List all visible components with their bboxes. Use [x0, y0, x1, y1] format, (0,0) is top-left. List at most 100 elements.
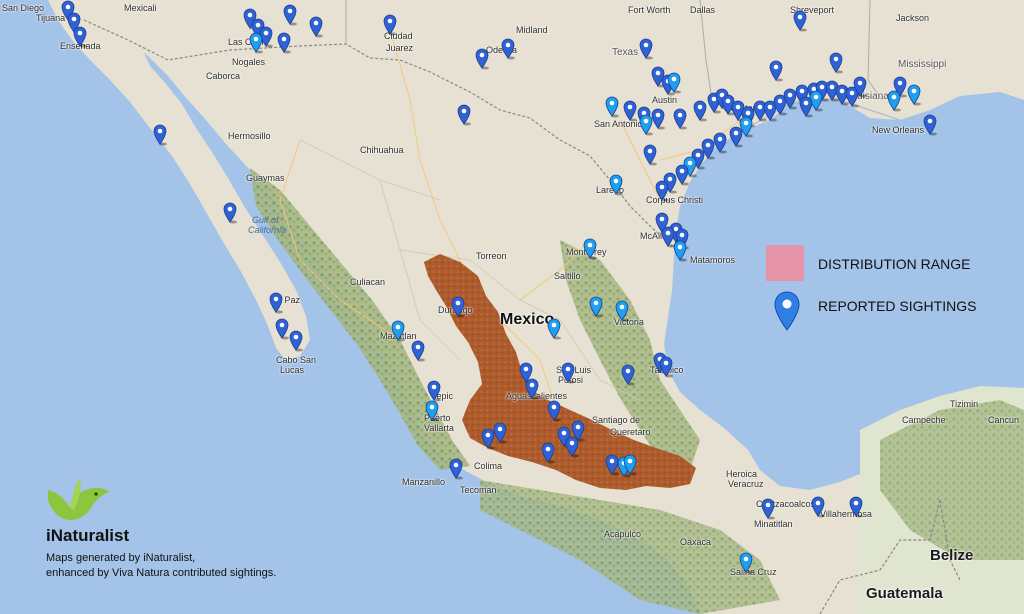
sighting-pin-icon[interactable] [269, 292, 283, 314]
place-label-acapulco: Acapulco [604, 529, 642, 539]
sighting-pin-icon[interactable] [793, 10, 807, 32]
sighting-pin-icon[interactable] [547, 318, 561, 340]
sighting-pin-icon[interactable] [811, 496, 825, 518]
place-label-saltillo: Saltillo [554, 271, 581, 281]
sighting-pin-icon[interactable] [667, 72, 681, 94]
sighting-pin-icon[interactable] [673, 108, 687, 130]
sighting-pin-icon[interactable] [761, 498, 775, 520]
place-label-queretaro2: Queretaro [610, 427, 651, 437]
sighting-pin-icon[interactable] [643, 144, 657, 166]
sighting-pin-icon[interactable] [923, 114, 937, 136]
place-label-san-diego: San Diego [2, 3, 45, 13]
place-label-veracruz2: Veracruz [728, 479, 764, 489]
credit-line-1: Maps generated by iNaturalist, [46, 552, 196, 564]
place-label-puerto-vallarta2: Vallarta [424, 423, 454, 433]
sighting-pin-icon[interactable] [589, 296, 603, 318]
place-label-guatemala: Guatemala [866, 585, 943, 602]
place-label-manzanillo: Manzanillo [402, 477, 446, 487]
sighting-pin-icon[interactable] [675, 164, 689, 186]
sighting-pin-icon[interactable] [907, 84, 921, 106]
inaturalist-credit: iNaturalist Maps generated by iNaturalis… [44, 470, 344, 590]
map-canvas[interactable]: San DiegoTijuanaMexicaliEnsenadaLas Cien… [0, 0, 1024, 614]
sighting-pin-icon[interactable] [275, 318, 289, 340]
sighting-pin-icon[interactable] [659, 356, 673, 378]
place-label-villahermosa: Villahermosa [820, 509, 872, 519]
sighting-pin-icon[interactable] [565, 436, 579, 458]
place-label-veracruz1: Heroica [726, 469, 758, 479]
place-label-cabo: Cabo San [276, 355, 317, 365]
sighting-pin-icon[interactable] [153, 124, 167, 146]
sighting-pin-icon[interactable] [853, 76, 867, 98]
sighting-pin-icon[interactable] [283, 4, 297, 26]
sighting-pin-icon[interactable] [887, 90, 901, 112]
sighting-pin-icon[interactable] [639, 38, 653, 60]
sighting-pin-icon[interactable] [615, 300, 629, 322]
sighting-pin-icon[interactable] [729, 126, 743, 148]
sighting-pin-icon[interactable] [411, 340, 425, 362]
place-label-austin: Austin [652, 95, 678, 105]
sighting-pin-icon[interactable] [583, 238, 597, 260]
sighting-pin-icon[interactable] [769, 60, 783, 82]
place-label-fort-worth: Fort Worth [628, 5, 671, 15]
sighting-pin-icon[interactable] [493, 422, 507, 444]
inaturalist-bird-logo-icon [48, 478, 110, 520]
sighting-pin-icon[interactable] [693, 100, 707, 122]
sighting-pin-icon[interactable] [427, 380, 441, 402]
sighting-pin-icon[interactable] [541, 442, 555, 464]
sighting-pin-icon[interactable] [713, 132, 727, 154]
sighting-pin-icon[interactable] [525, 378, 539, 400]
sighting-pin-icon[interactable] [561, 362, 575, 384]
sighting-pin-icon[interactable] [309, 16, 323, 38]
sighting-pin-icon[interactable] [73, 26, 87, 48]
sighting-pin-icon[interactable] [223, 202, 237, 224]
sighting-pin-icon[interactable] [547, 400, 561, 422]
place-label-chihuahua: Chihuahua [360, 145, 404, 155]
sighting-pin-icon[interactable] [849, 496, 863, 518]
map-legend: DISTRIBUTION RANGE REPORTED SIGHTINGS [766, 245, 1016, 345]
sighting-pin-icon[interactable] [623, 100, 637, 122]
sighting-pin-icon[interactable] [799, 96, 813, 118]
sighting-pin-icon[interactable] [391, 320, 405, 342]
place-label-cancun: Cancun [988, 415, 1020, 425]
place-label-tizimin: Tizimin [950, 399, 979, 409]
inaturalist-brand: iNaturalist [46, 526, 130, 545]
sighting-pin-icon[interactable] [651, 108, 665, 130]
sighting-pin-icon[interactable] [655, 180, 669, 202]
sighting-pin-icon[interactable] [605, 96, 619, 118]
place-label-midland: Midland [516, 25, 548, 35]
sighting-pin-icon[interactable] [739, 552, 753, 574]
place-label-texas: Texas [612, 47, 639, 58]
place-label-colima: Colima [474, 461, 503, 471]
sighting-pin-icon[interactable] [249, 32, 263, 54]
legend-label-distribution-range: DISTRIBUTION RANGE [818, 256, 971, 272]
place-label-jackson: Jackson [896, 13, 930, 23]
sighting-pin-icon[interactable] [451, 296, 465, 318]
distribution-range-swatch [766, 245, 804, 281]
sighting-pin-icon[interactable] [621, 364, 635, 386]
sighting-pin-icon[interactable] [475, 48, 489, 70]
sighting-pin-icon[interactable] [277, 32, 291, 54]
sighting-pin-icon[interactable] [289, 330, 303, 352]
place-label-hermosillo: Hermosillo [228, 131, 271, 141]
sighting-pin-icon[interactable] [829, 52, 843, 74]
sighting-pin-icon[interactable] [673, 240, 687, 262]
sighting-pin-icon[interactable] [623, 454, 637, 476]
sighting-pin-icon[interactable] [449, 458, 463, 480]
place-label-juarez2: Juarez [386, 43, 414, 53]
place-label-minatitlan: Minatitlan [754, 519, 793, 529]
reported-sightings-pin-icon [774, 291, 800, 331]
legend-label-reported-sightings: REPORTED SIGHTINGS [818, 298, 977, 314]
place-label-california: California [248, 225, 287, 235]
sighting-pin-icon[interactable] [501, 38, 515, 60]
sighting-pin-icon[interactable] [661, 226, 675, 248]
place-label-campeche: Campeche [902, 415, 946, 425]
sighting-pin-icon[interactable] [609, 174, 623, 196]
place-label-mississippi: Mississippi [898, 59, 947, 70]
place-label-mexicali: Mexicali [124, 3, 157, 13]
sighting-pin-icon[interactable] [425, 400, 439, 422]
place-label-guaymas: Guaymas [246, 173, 285, 183]
place-label-culiacan: Culiacan [350, 277, 386, 287]
place-label-torreon: Torreon [476, 251, 507, 261]
sighting-pin-icon[interactable] [457, 104, 471, 126]
sighting-pin-icon[interactable] [383, 14, 397, 36]
